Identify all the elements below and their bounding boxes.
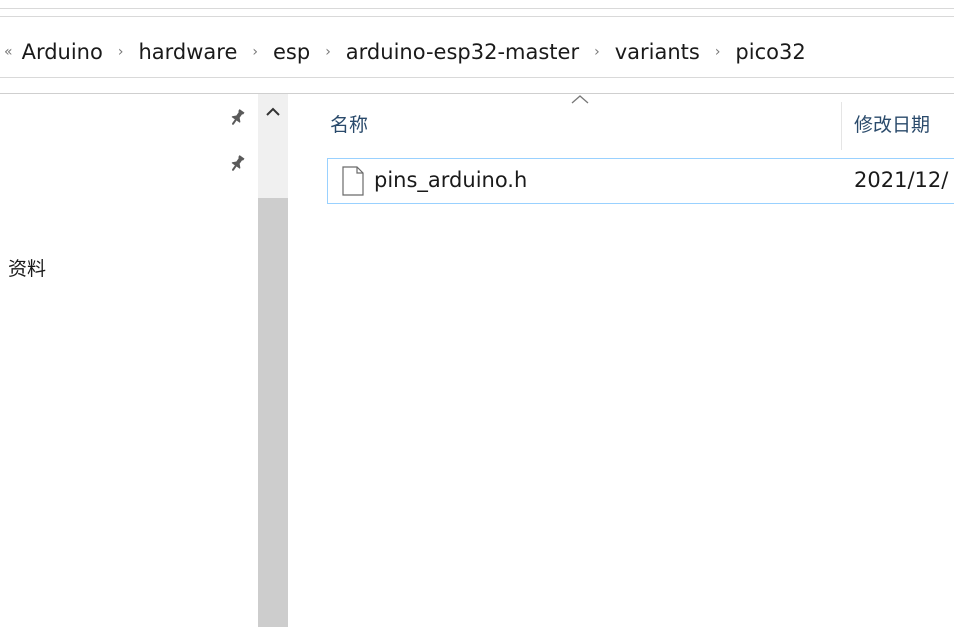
column-header-date-modified[interactable]: 修改日期 [854, 110, 930, 137]
nav-scrollbar[interactable] [258, 94, 288, 627]
breadcrumb-item-pico32[interactable]: pico32 [734, 40, 806, 64]
column-header-row: 名称 修改日期 [288, 102, 954, 150]
pin-icon[interactable] [223, 105, 249, 133]
scroll-up-button[interactable] [258, 94, 288, 198]
chevron-up-icon [266, 107, 280, 116]
breadcrumb-item-esp[interactable]: esp [272, 40, 311, 64]
file-date-modified: 2021/12/ [854, 168, 949, 192]
breadcrumb: « Arduino › hardware › esp › arduino-esp… [4, 37, 807, 67]
pin-icon[interactable] [223, 151, 249, 179]
navigation-pane: 资料 [0, 94, 258, 627]
file-name: pins_arduino.h [374, 168, 528, 192]
breadcrumb-item-variants[interactable]: variants [614, 40, 701, 64]
top-divider [0, 8, 954, 9]
chevron-right-icon[interactable]: › [252, 44, 258, 60]
scroll-thumb[interactable] [258, 198, 288, 627]
breadcrumb-overflow-icon[interactable]: « [4, 44, 13, 60]
breadcrumb-item-arduino-esp32-master[interactable]: arduino-esp32-master [345, 40, 580, 64]
column-resize-handle[interactable] [841, 102, 842, 150]
column-header-name[interactable]: 名称 [330, 110, 368, 137]
file-icon [342, 166, 364, 200]
chevron-right-icon[interactable]: › [325, 44, 331, 60]
chevron-right-icon[interactable]: › [715, 44, 721, 60]
sort-ascending-icon [571, 95, 589, 104]
breadcrumb-item-hardware[interactable]: hardware [137, 40, 238, 64]
file-row[interactable]: pins_arduino.h 2021/12/ [327, 158, 954, 204]
file-list-pane: 名称 修改日期 pins_arduino.h 2021/12/ [288, 94, 954, 627]
breadcrumb-item-arduino[interactable]: Arduino [21, 40, 104, 64]
address-bar[interactable]: « Arduino › hardware › esp › arduino-esp… [0, 16, 954, 78]
chevron-right-icon[interactable]: › [594, 44, 600, 60]
nav-item-folder[interactable]: 资料 [8, 254, 46, 281]
chevron-right-icon[interactable]: › [118, 44, 124, 60]
